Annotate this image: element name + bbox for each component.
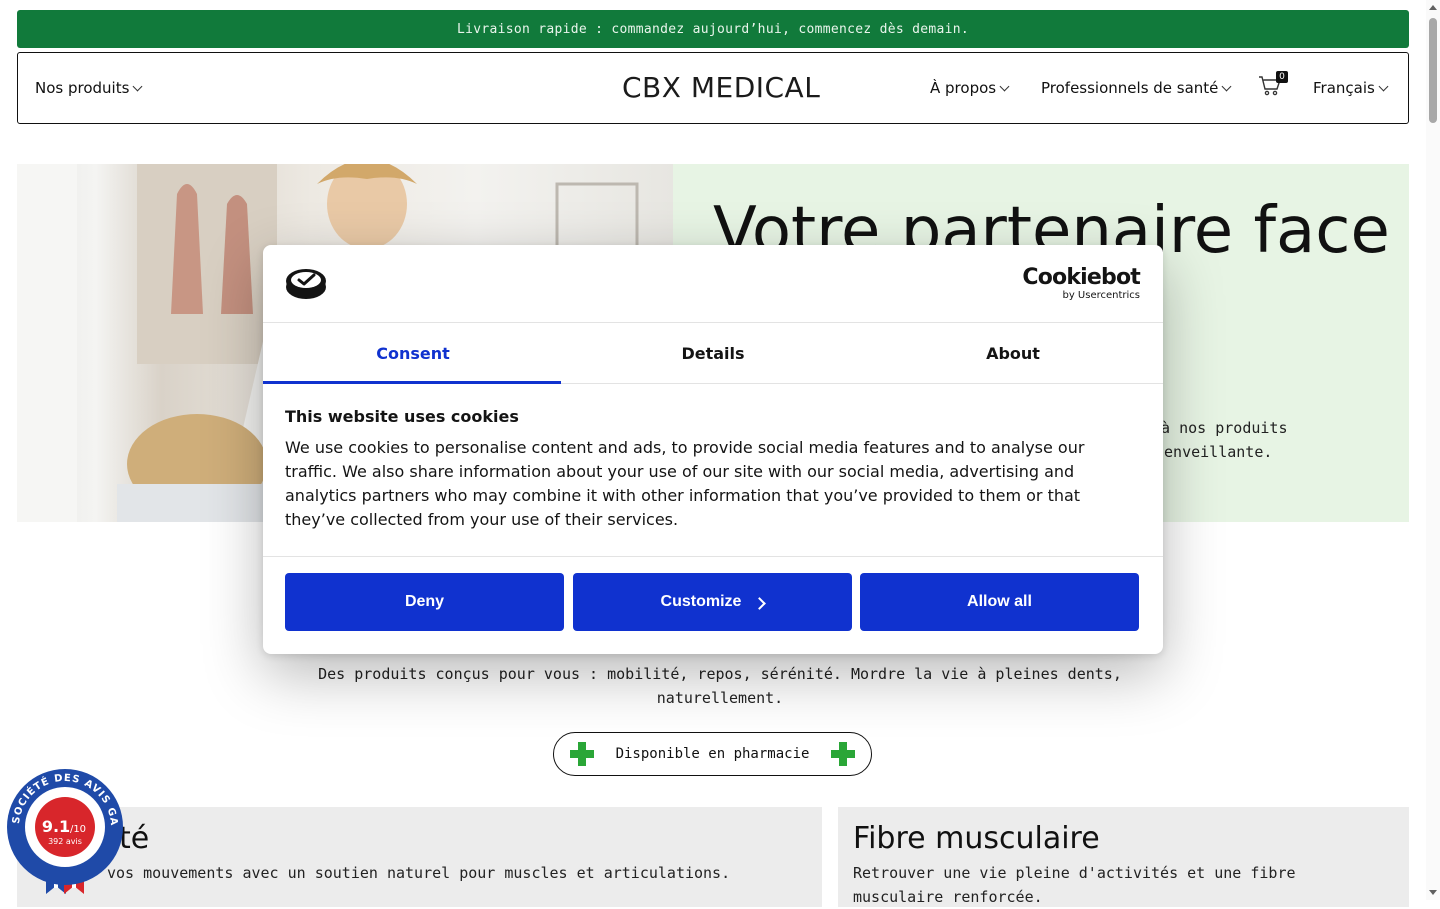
tab-consent[interactable]: Consent	[263, 323, 563, 384]
cookie-consent-dialog: Cookiebot by Usercentrics Consent Detail…	[263, 245, 1163, 654]
deny-button-label: Deny	[404, 593, 445, 610]
cookiebot-brand-sub: by Usercentrics	[1062, 290, 1140, 301]
allow-all-button[interactable]: Allow all	[860, 573, 1139, 631]
cookiebot-brand[interactable]: Cookiebot by Usercentrics	[1022, 265, 1140, 302]
customize-button-label: Customize	[660, 593, 742, 610]
scroll-up-icon[interactable]	[1429, 5, 1437, 10]
chevron-right-icon	[753, 596, 767, 610]
cookiebot-brand-name: Cookiebot	[1022, 265, 1140, 290]
tab-details[interactable]: Details	[563, 323, 863, 383]
deny-button[interactable]: Deny	[285, 573, 564, 631]
tab-about[interactable]: About	[863, 323, 1163, 383]
scroll-down-icon[interactable]	[1429, 890, 1437, 895]
cookie-dialog-heading: This website uses cookies	[285, 407, 519, 426]
scroll-thumb[interactable]	[1429, 18, 1437, 123]
cookie-tabs: Consent Details About	[263, 323, 1163, 384]
cookiebot-logo-icon	[285, 266, 327, 304]
customize-button[interactable]: Customize	[573, 573, 852, 631]
cookie-dialog-body: This website uses cookies We use cookies…	[285, 407, 1115, 532]
allow-all-button-label: Allow all	[967, 593, 1032, 610]
cookie-dialog-header: Cookiebot by Usercentrics	[263, 245, 1163, 323]
cookie-dialog-text: We use cookies to personalise content an…	[285, 438, 1085, 529]
page-scrollbar[interactable]	[1426, 0, 1440, 900]
cookie-dialog-footer: Deny Customize Allow all	[263, 556, 1163, 654]
